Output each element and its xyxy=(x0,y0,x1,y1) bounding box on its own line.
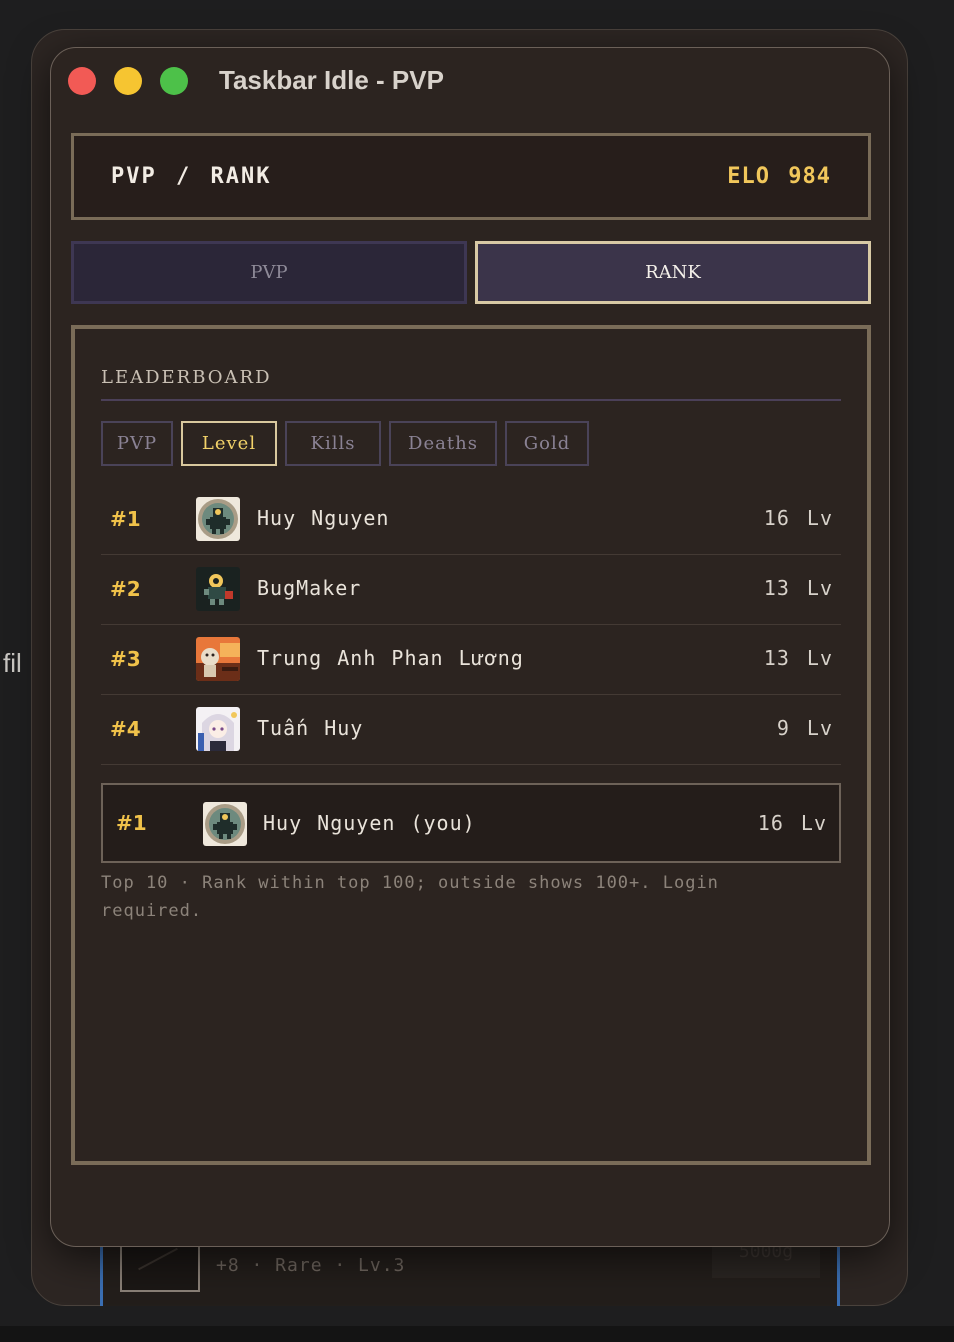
leaderboard-row[interactable]: #4 Tuấn Huy 9 Lv xyxy=(101,695,841,765)
player-level: 13 Lv xyxy=(763,576,833,600)
minimize-window-button[interactable] xyxy=(114,67,142,95)
leaderboard-panel: LEADERBOARD PVP Level Kills Deaths Gold … xyxy=(71,325,871,1165)
current-user-row[interactable]: #1 Huy Nguyen (you) 16 Lv xyxy=(101,783,841,863)
player-level: 9 Lv xyxy=(776,716,833,740)
tab-pvp[interactable]: PVP xyxy=(71,241,467,304)
maximize-window-button[interactable] xyxy=(160,67,188,95)
rank-number: #3 xyxy=(110,647,141,671)
player-level: 16 Lv xyxy=(763,506,833,530)
tab-rank[interactable]: RANK xyxy=(475,241,871,304)
filter-chip-pvp[interactable]: PVP xyxy=(101,421,173,466)
rank-number: #2 xyxy=(110,577,141,601)
rank-number: #1 xyxy=(116,811,147,835)
filter-chip-kills[interactable]: Kills xyxy=(285,421,381,466)
elo-badge: ELO 984 xyxy=(727,164,831,189)
leaderboard-title: LEADERBOARD xyxy=(101,367,272,388)
background-item-meta: +8 · Rare · Lv.3 xyxy=(216,1255,406,1276)
leaderboard-divider xyxy=(101,399,841,401)
leaderboard-row[interactable]: #1 Huy Nguyen 16 Lv xyxy=(101,485,841,555)
player-level: 16 Lv xyxy=(757,811,827,835)
header-panel: PVP / RANK ELO 984 xyxy=(71,133,871,220)
close-window-button[interactable] xyxy=(68,67,96,95)
background-item-thumbnail xyxy=(120,1240,200,1292)
page-title: PVP / RANK xyxy=(111,164,272,189)
rank-number: #4 xyxy=(110,717,141,741)
player-name: Huy Nguyen xyxy=(257,506,390,530)
avatar xyxy=(196,567,240,611)
player-name: Trung Anh Phan Lương xyxy=(257,646,524,670)
leaderboard-row[interactable]: #3 Trung Anh Phan Lương 13 Lv xyxy=(101,625,841,695)
player-name: Huy Nguyen (you) xyxy=(263,811,476,835)
background-bottom-bar xyxy=(0,1326,954,1342)
player-level: 13 Lv xyxy=(763,646,833,670)
avatar xyxy=(196,497,240,541)
avatar xyxy=(196,707,240,751)
leaderboard-footnote: Top 10 · Rank within top 100; outside sh… xyxy=(101,873,719,921)
player-name: Tuấn Huy xyxy=(257,716,364,740)
pvp-window: Taskbar Idle - PVP PVP / RANK ELO 984 PV… xyxy=(50,47,890,1247)
avatar xyxy=(196,637,240,681)
filter-chip-deaths[interactable]: Deaths xyxy=(389,421,497,466)
leaderboard-row[interactable]: #2 BugMaker 13 Lv xyxy=(101,555,841,625)
avatar xyxy=(203,802,247,846)
rank-number: #1 xyxy=(110,507,141,531)
player-name: BugMaker xyxy=(257,576,362,600)
filter-chip-gold[interactable]: Gold xyxy=(505,421,589,466)
background-side-text: fil xyxy=(3,648,22,678)
filter-chip-level[interactable]: Level xyxy=(181,421,277,466)
window-title: Taskbar Idle - PVP xyxy=(219,65,444,95)
